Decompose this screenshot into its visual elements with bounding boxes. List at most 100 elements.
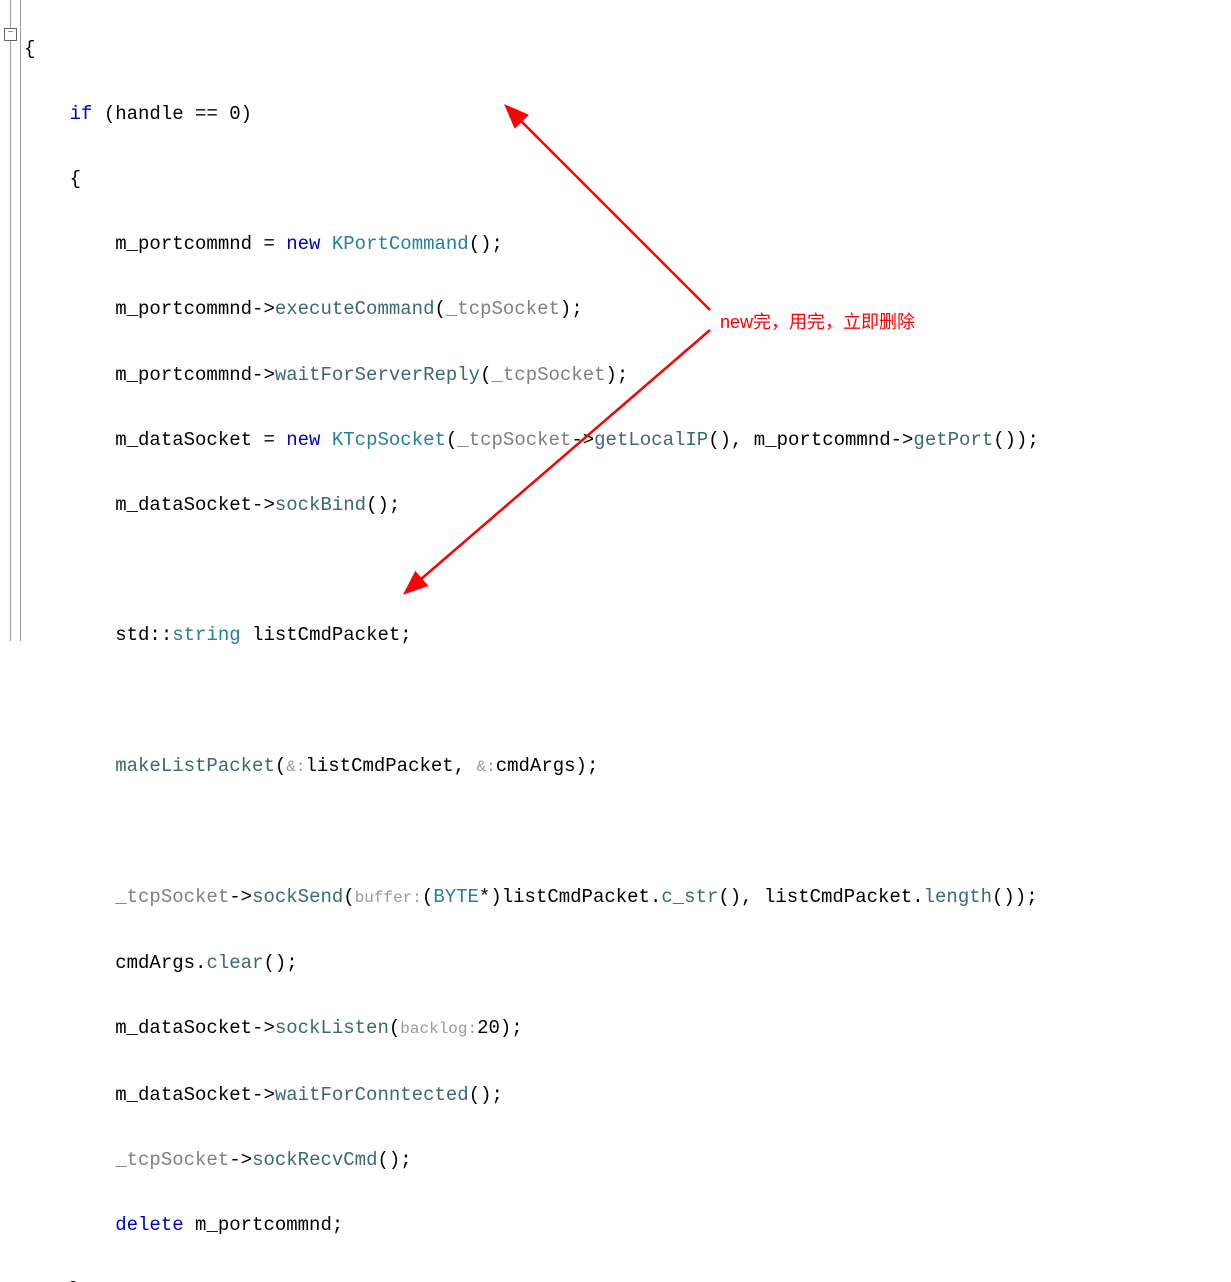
- method-call: sockRecvCmd: [252, 1149, 377, 1171]
- keyword-if: if: [70, 103, 93, 125]
- argument: _tcpSocket: [457, 429, 571, 451]
- paren: (: [480, 364, 491, 386]
- arrow: ->: [229, 1149, 252, 1171]
- expr: m_dataSocket =: [24, 429, 286, 451]
- argument: listCmdPacket: [305, 755, 453, 777]
- code-line: }: [24, 1274, 1039, 1282]
- paren: ());: [992, 886, 1038, 908]
- inlay-hint: buffer:: [355, 889, 422, 907]
- paren: );: [560, 298, 583, 320]
- code-line: if (handle == 0): [24, 98, 1039, 131]
- paren: );: [500, 1017, 523, 1039]
- method-call: waitForServerReply: [275, 364, 480, 386]
- expr: m_portcommnd =: [24, 233, 286, 255]
- function-call: makeListPacket: [115, 755, 275, 777]
- object: _tcpSocket: [115, 1149, 229, 1171]
- method-call: sockBind: [275, 494, 366, 516]
- keyword-new: new: [286, 233, 320, 255]
- brace-close: }: [24, 1279, 81, 1282]
- comma: ,: [454, 755, 477, 777]
- code-line: m_dataSocket->sockListen(backlog:20);: [24, 1012, 1039, 1046]
- method-call: getPort: [913, 429, 993, 451]
- code-line: m_dataSocket = new KTcpSocket(_tcpSocket…: [24, 424, 1039, 457]
- code-block: { if (handle == 0) { m_portcommnd = new …: [24, 0, 1039, 1282]
- paren: (: [446, 429, 457, 451]
- condition: (handle == 0): [92, 103, 252, 125]
- indent: [24, 886, 115, 908]
- fold-toggle-icon[interactable]: −: [4, 28, 17, 41]
- space: [320, 429, 331, 451]
- method-call: length: [924, 886, 992, 908]
- paren: ();: [366, 494, 400, 516]
- expr: m_dataSocket->: [24, 494, 275, 516]
- paren: (: [434, 298, 445, 320]
- paren: (: [422, 886, 433, 908]
- method-call: executeCommand: [275, 298, 435, 320]
- annotation-text: new完，用完，立即删除: [720, 308, 915, 334]
- paren: ();: [377, 1149, 411, 1171]
- method-call: c_str: [661, 886, 718, 908]
- type-name: KPortCommand: [332, 233, 469, 255]
- method-call: sockListen: [275, 1017, 389, 1039]
- method-call: clear: [206, 952, 263, 974]
- code-line: m_dataSocket->sockBind();: [24, 489, 1039, 522]
- paren: );: [576, 755, 599, 777]
- expr: m_portcommnd->: [24, 364, 275, 386]
- inlay-hint: backlog:: [400, 1020, 477, 1038]
- keyword-delete: delete: [115, 1214, 183, 1236]
- code-line: cmdArgs.clear();: [24, 947, 1039, 980]
- code-line: m_portcommnd->waitForServerReply(_tcpSoc…: [24, 359, 1039, 392]
- arrow: ->: [571, 429, 594, 451]
- method-call: getLocalIP: [594, 429, 708, 451]
- paren: );: [606, 364, 629, 386]
- indent: [24, 755, 115, 777]
- indent: [24, 1149, 115, 1171]
- gutter: −: [0, 0, 21, 641]
- argument: _tcpSocket: [446, 298, 560, 320]
- expr: (), listCmdPacket.: [718, 886, 923, 908]
- space: [320, 233, 331, 255]
- code-line: _tcpSocket->sockSend(buffer:(BYTE*)listC…: [24, 881, 1039, 915]
- method-call: waitForConntected: [275, 1084, 469, 1106]
- brace-open: {: [24, 38, 35, 60]
- expr: m_dataSocket->: [24, 1084, 275, 1106]
- paren: (: [389, 1017, 400, 1039]
- paren: ();: [469, 1084, 503, 1106]
- type-name: KTcpSocket: [332, 429, 446, 451]
- paren: ();: [263, 952, 297, 974]
- code-line: [24, 684, 1039, 717]
- method-call: sockSend: [252, 886, 343, 908]
- code-line: delete m_portcommnd;: [24, 1209, 1039, 1242]
- code-line: {: [24, 163, 1039, 196]
- code-line: m_portcommnd = new KPortCommand();: [24, 228, 1039, 261]
- expr: std::: [24, 624, 172, 646]
- expr: *)listCmdPacket.: [479, 886, 661, 908]
- inlay-hint: &:: [477, 758, 496, 776]
- expr: cmdArgs.: [24, 952, 206, 974]
- code-line: std::string listCmdPacket;: [24, 619, 1039, 652]
- paren: ());: [993, 429, 1039, 451]
- paren: (: [343, 886, 354, 908]
- keyword-new: new: [286, 429, 320, 451]
- expr: listCmdPacket;: [241, 624, 412, 646]
- brace-open: {: [24, 168, 81, 190]
- indent: [24, 1214, 115, 1236]
- paren: (: [275, 755, 286, 777]
- expr: (), m_portcommnd->: [708, 429, 913, 451]
- code-line: makeListPacket(&:listCmdPacket, &:cmdArg…: [24, 750, 1039, 784]
- expr: m_portcommnd;: [184, 1214, 344, 1236]
- type-name: string: [172, 624, 240, 646]
- number-literal: 20: [477, 1017, 500, 1039]
- expr: m_dataSocket->: [24, 1017, 275, 1039]
- code-line: [24, 554, 1039, 587]
- inlay-hint: &:: [286, 758, 305, 776]
- argument: _tcpSocket: [491, 364, 605, 386]
- paren: ();: [469, 233, 503, 255]
- expr: m_portcommnd->: [24, 298, 275, 320]
- fold-guide-line: [10, 0, 11, 641]
- code-line: [24, 816, 1039, 849]
- code-line: m_dataSocket->waitForConntected();: [24, 1079, 1039, 1112]
- code-line: {: [24, 33, 1039, 66]
- type-name: BYTE: [433, 886, 479, 908]
- code-line: _tcpSocket->sockRecvCmd();: [24, 1144, 1039, 1177]
